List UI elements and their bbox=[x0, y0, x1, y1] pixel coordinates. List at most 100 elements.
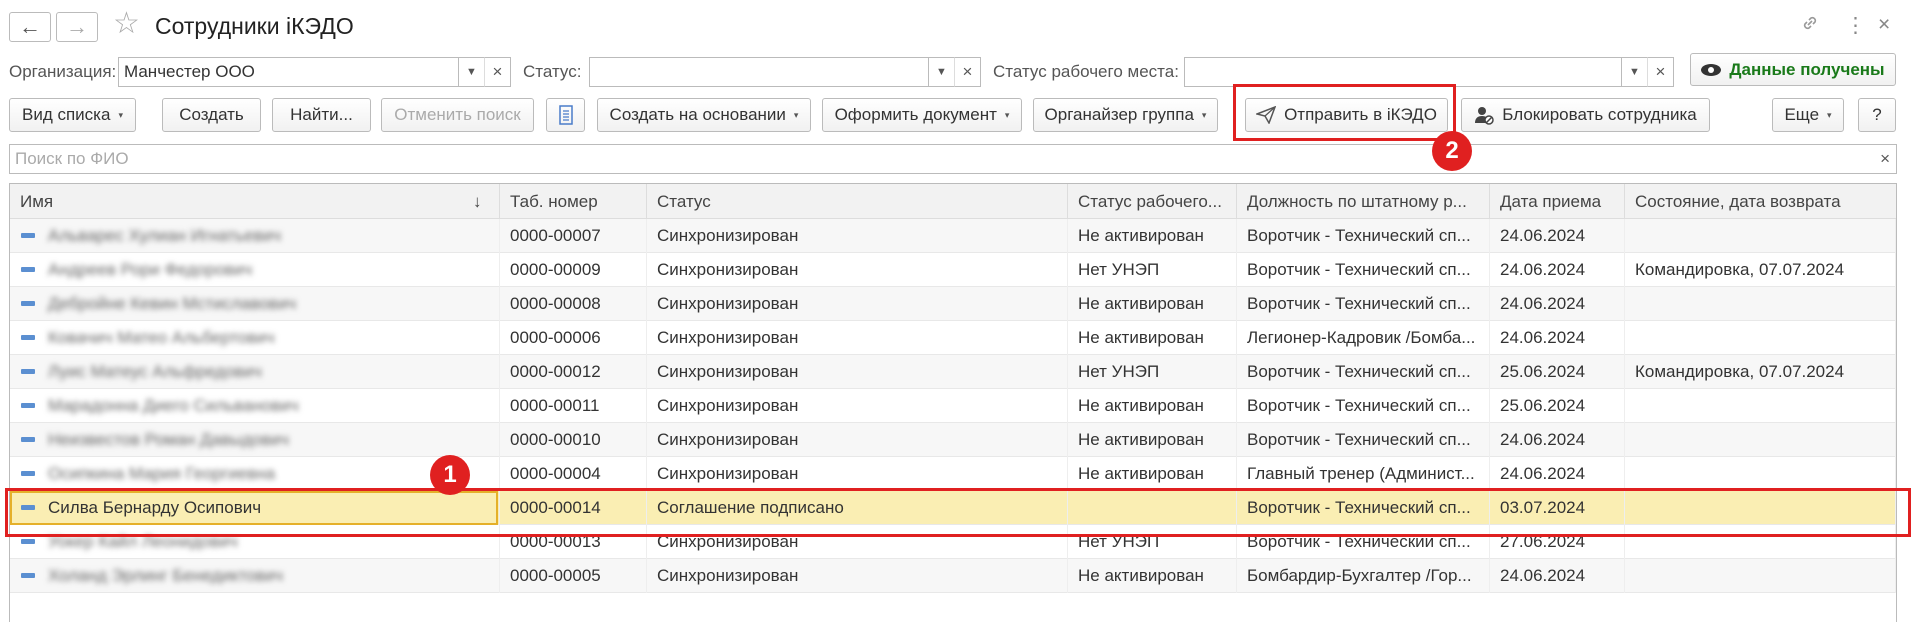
row-state: Командировка, 07.07.2024 bbox=[1625, 253, 1896, 287]
back-button[interactable]: ← bbox=[9, 12, 51, 42]
row-hire-date: 24.06.2024 bbox=[1490, 559, 1625, 593]
search-field[interactable]: × bbox=[9, 144, 1897, 174]
status-dropdown-button[interactable]: ▼ bbox=[929, 57, 955, 87]
data-received-button[interactable]: Данные получены bbox=[1690, 53, 1896, 86]
employee-name: Холанд Эрлинг Бенедиктович bbox=[48, 566, 284, 585]
window-title: Сотрудники iКЭДО bbox=[155, 13, 354, 39]
table-row[interactable]: Ковачич Матео Альбертович 0000-00006 Синхр… bbox=[10, 321, 1896, 355]
header-name[interactable]: Имя ↓ bbox=[10, 184, 500, 219]
row-status: Синхронизирован bbox=[647, 253, 1068, 287]
row-tab-number: 0000-00005 bbox=[500, 559, 647, 593]
row-tab-number: 0000-00004 bbox=[500, 457, 647, 491]
help-button[interactable]: ? bbox=[1858, 98, 1896, 132]
link-icon[interactable] bbox=[1800, 13, 1820, 39]
status-label: Статус: bbox=[523, 62, 582, 81]
row-workplace-status: Нет УНЭП bbox=[1068, 253, 1237, 287]
arrow-left-icon: ← bbox=[19, 14, 41, 39]
row-position: Воротчик - Технический сп... bbox=[1237, 389, 1490, 423]
row-state bbox=[1625, 219, 1896, 253]
more-button[interactable]: Еще ▾ bbox=[1772, 98, 1844, 132]
status-clear-button[interactable]: × bbox=[954, 57, 981, 87]
org-dropdown-button[interactable]: ▼ bbox=[459, 57, 485, 87]
cancel-search-button[interactable]: Отменить поиск bbox=[381, 98, 534, 132]
row-status: Синхронизирован bbox=[647, 321, 1068, 355]
view-list-button[interactable]: Вид списка ▾ bbox=[9, 98, 136, 132]
close-icon[interactable]: × bbox=[1878, 13, 1890, 37]
row-item-icon bbox=[21, 335, 35, 340]
favorite-star-icon[interactable]: ☆ bbox=[113, 9, 140, 39]
forward-button[interactable]: → bbox=[56, 12, 98, 42]
table-row[interactable]: Марадонна Диего Сильванович 0000-00011 Син… bbox=[10, 389, 1896, 423]
create-label: Создать bbox=[179, 105, 244, 124]
employee-name: Дебройне Кевин Мстиславович bbox=[48, 294, 297, 313]
organizer-group-button[interactable]: Органайзер группа ▾ bbox=[1033, 98, 1218, 132]
employee-name: Андреев Рори Федорович bbox=[48, 260, 253, 279]
make-document-button[interactable]: Оформить документ ▾ bbox=[822, 98, 1022, 132]
row-workplace-status: Не активирован bbox=[1068, 559, 1237, 593]
search-input[interactable] bbox=[10, 145, 1860, 173]
row-tab-number: 0000-00006 bbox=[500, 321, 647, 355]
create-based-button[interactable]: Создать на основании ▾ bbox=[597, 98, 811, 132]
employee-name: Марадонна Диего Сильванович bbox=[48, 396, 299, 415]
workplace-field[interactable] bbox=[1184, 57, 1622, 87]
table-row[interactable]: Андреев Рори Федорович 0000-00009 Синхрони… bbox=[10, 253, 1896, 287]
row-name: Андреев Рори Федорович bbox=[10, 253, 500, 287]
create-based-label: Создать на основании bbox=[609, 105, 786, 124]
row-status: Синхронизирован bbox=[647, 219, 1068, 253]
row-tab-number: 0000-00010 bbox=[500, 423, 647, 457]
report-button[interactable] bbox=[546, 98, 585, 132]
org-field[interactable]: Манчестер ООО bbox=[118, 57, 459, 87]
chevron-down-icon: ▾ bbox=[118, 109, 123, 120]
row-position: Воротчик - Технический сп... bbox=[1237, 253, 1490, 287]
arrow-right-icon: → bbox=[66, 14, 88, 39]
org-clear-button[interactable]: × bbox=[484, 57, 511, 87]
table-row[interactable]: Холанд Эрлинг Бенедиктович 0000-00005 Синх… bbox=[10, 559, 1896, 593]
more-vertical-icon[interactable]: ⋮ bbox=[1845, 13, 1866, 38]
clear-search-icon[interactable]: × bbox=[1880, 149, 1890, 169]
data-received-label: Данные получены bbox=[1729, 59, 1885, 79]
view-list-label: Вид списка bbox=[22, 105, 111, 124]
header-state[interactable]: Состояние, дата возврата bbox=[1625, 184, 1896, 219]
table-row[interactable]: Дебройне Кевин Мстиславович 0000-00008 Син… bbox=[10, 287, 1896, 321]
create-button[interactable]: Создать bbox=[162, 98, 261, 132]
row-item-icon bbox=[21, 267, 35, 272]
row-hire-date: 24.06.2024 bbox=[1490, 219, 1625, 253]
table-row[interactable]: Осипкина Мария Георгиевна 0000-00004 Синхр… bbox=[10, 457, 1896, 491]
row-status: Синхронизирован bbox=[647, 559, 1068, 593]
table-row[interactable]: Луис Матеус Альфредович 0000-00012 Синхрон… bbox=[10, 355, 1896, 389]
row-tab-number: 0000-00012 bbox=[500, 355, 647, 389]
header-status[interactable]: Статус bbox=[647, 184, 1068, 219]
header-workplace-status[interactable]: Статус рабочего... bbox=[1068, 184, 1237, 219]
row-position: Воротчик - Технический сп... bbox=[1237, 219, 1490, 253]
row-hire-date: 24.06.2024 bbox=[1490, 423, 1625, 457]
row-item-icon bbox=[21, 403, 35, 408]
block-employee-button[interactable]: Блокировать сотрудника bbox=[1461, 98, 1710, 132]
table-row[interactable]: Неизвестов Роман Давыдович 0000-00010 Синх… bbox=[10, 423, 1896, 457]
chevron-down-icon: ▼ bbox=[1629, 66, 1640, 78]
header-tab-number[interactable]: Таб. номер bbox=[500, 184, 647, 219]
workplace-dropdown-button[interactable]: ▼ bbox=[1622, 57, 1648, 87]
find-button[interactable]: Найти... bbox=[272, 98, 371, 132]
table-row[interactable]: Альварес Хулиан Игнатьевич 0000-00007 Синх… bbox=[10, 219, 1896, 253]
row-item-icon bbox=[21, 573, 35, 578]
row-tab-number: 0000-00007 bbox=[500, 219, 647, 253]
row-name: Марадонна Диего Сильванович bbox=[10, 389, 500, 423]
status-field[interactable] bbox=[589, 57, 929, 87]
row-state: Командировка, 07.07.2024 bbox=[1625, 355, 1896, 389]
row-item-icon bbox=[21, 437, 35, 442]
row-hire-date: 24.06.2024 bbox=[1490, 287, 1625, 321]
chevron-down-icon: ▾ bbox=[793, 109, 799, 120]
row-status: Синхронизирован bbox=[647, 423, 1068, 457]
row-tab-number: 0000-00008 bbox=[500, 287, 647, 321]
row-position: Воротчик - Технический сп... bbox=[1237, 423, 1490, 457]
clear-icon: × bbox=[962, 62, 973, 81]
chevron-down-icon: ▾ bbox=[1004, 109, 1010, 120]
header-hire-date[interactable]: Дата приема bbox=[1490, 184, 1625, 219]
row-name: Осипкина Мария Георгиевна bbox=[10, 457, 500, 491]
header-position[interactable]: Должность по штатному р... bbox=[1237, 184, 1490, 219]
row-position: Бомбардир-Бухгалтер /Гор... bbox=[1237, 559, 1490, 593]
row-name: Дебройне Кевин Мстиславович bbox=[10, 287, 500, 321]
workplace-clear-button[interactable]: × bbox=[1647, 57, 1674, 87]
row-hire-date: 24.06.2024 bbox=[1490, 321, 1625, 355]
row-position: Воротчик - Технический сп... bbox=[1237, 355, 1490, 389]
